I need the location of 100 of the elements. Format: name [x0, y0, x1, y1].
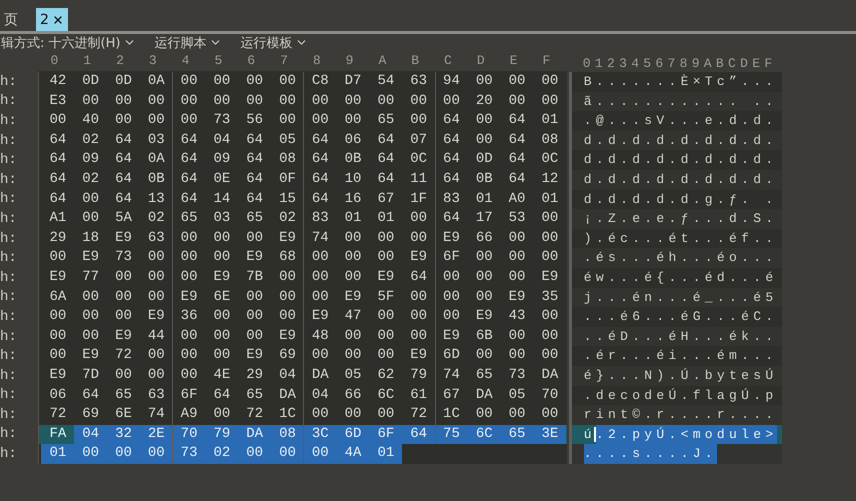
offset-label: h:: [0, 289, 17, 306]
hex-byte: 00: [172, 92, 205, 112]
ascii-text: ...é6...éG...éC.: [584, 308, 778, 326]
hex-byte: E9: [146, 307, 166, 326]
hex-byte: DA: [303, 366, 336, 386]
hex-byte: 6F: [172, 386, 205, 406]
hex-byte: 00: [540, 405, 560, 424]
hex-byte: 64: [212, 386, 232, 404]
hex-byte: 62: [376, 366, 396, 385]
toolbar-menu[interactable]: 运行脚本: [154, 34, 222, 52]
hex-byte: 04: [303, 386, 336, 406]
hex-byte: 15: [278, 190, 297, 209]
hex-byte: 65: [500, 424, 533, 444]
file-tab[interactable]: 2: [36, 8, 68, 31]
hex-byte: 66: [344, 386, 362, 404]
hex-byte: 56: [245, 111, 264, 130]
hex-byte: 00: [48, 326, 68, 346]
hex-byte: 0A: [146, 72, 166, 91]
hex-byte: 6F: [368, 424, 402, 444]
hex-byte: 06: [48, 386, 68, 404]
hex-byte: 00: [81, 326, 100, 346]
hex-byte: 73: [508, 366, 526, 385]
hex-byte: 00: [212, 346, 232, 366]
hex-byte: 0B: [344, 150, 362, 170]
hex-byte: 64: [303, 190, 336, 210]
hex-byte: 01: [474, 190, 494, 209]
hex-byte: 61: [409, 386, 428, 404]
hex-byte: A0: [508, 190, 526, 209]
hex-byte: 08: [540, 130, 560, 150]
hex-byte: 00: [344, 405, 362, 424]
hex-byte: E9: [376, 268, 396, 287]
column-header: 2: [115, 52, 125, 70]
hex-byte: 00: [270, 444, 304, 464]
column-header: 8: [312, 52, 322, 70]
hex-byte: A1: [48, 209, 68, 228]
hex-byte: 44: [146, 326, 166, 346]
hex-byte: E9: [114, 326, 133, 346]
hex-byte: 00: [434, 307, 468, 327]
hex-byte: 00: [278, 92, 297, 111]
hex-byte: 05: [508, 386, 526, 404]
hex-byte: E9: [508, 288, 526, 307]
ascii-text: ¡.Z.e.e.ƒ...d.S.: [584, 210, 778, 228]
ascii-text: é}...N).Ú.bytesÚ: [584, 366, 778, 385]
hex-byte: 00: [303, 248, 336, 268]
ascii-text: ).éc...ét...éf..: [584, 230, 778, 248]
hex-byte: 74: [146, 405, 166, 424]
offset-label: h:: [0, 270, 17, 286]
toolbar-menu[interactable]: 运行模板: [240, 34, 308, 52]
hex-byte: 64: [508, 170, 526, 189]
hex-byte: 69: [278, 346, 297, 366]
hex-byte: 4A: [336, 444, 369, 464]
hex-byte: 00: [409, 326, 428, 346]
hex-byte: 64: [508, 130, 526, 150]
hex-byte: 10: [344, 170, 362, 189]
file-tab[interactable]: 页: [0, 8, 22, 31]
hex-byte: 64: [434, 170, 468, 190]
hex-byte: 00: [540, 92, 560, 111]
offset-label: h:: [0, 172, 17, 188]
column-header: 0: [49, 52, 60, 70]
close-icon[interactable]: [52, 14, 64, 26]
hex-byte: 00: [212, 326, 232, 346]
hex-byte: 74: [434, 366, 468, 386]
hex-byte: 00: [508, 92, 526, 111]
hex-byte: 0B: [146, 170, 166, 189]
hex-byte: 00: [508, 326, 526, 346]
hex-byte: 18: [81, 228, 100, 248]
hex-byte: 67: [376, 190, 396, 209]
hex-byte: 00: [303, 346, 336, 366]
hex-byte: 63: [146, 228, 166, 248]
hex-byte: 01: [540, 190, 560, 209]
hex-byte: 00: [114, 288, 133, 307]
hex-byte: 65: [245, 209, 264, 228]
hex-byte: 00: [139, 444, 172, 464]
hex-byte: 09: [81, 150, 100, 170]
hex-byte: 66: [474, 228, 494, 248]
hex-byte: 75: [434, 424, 468, 444]
hex-byte: E9: [81, 248, 100, 268]
offset-label: h:: [0, 308, 17, 325]
hex-byte: 64: [376, 150, 396, 170]
hex-byte: 02: [146, 209, 166, 228]
hex-byte: 00: [146, 346, 166, 366]
toolbar-menu[interactable]: 辑方式: 十六进制(H): [1, 34, 136, 52]
hex-byte: 64: [245, 170, 264, 189]
hex-byte: 6E: [212, 288, 232, 307]
hex-byte: 00: [409, 209, 428, 228]
hex-byte: 01: [368, 444, 402, 464]
hex-byte: 83: [303, 209, 336, 229]
hex-byte: 00: [48, 111, 68, 130]
hex-byte: 00: [474, 268, 494, 287]
hex-byte: 00: [172, 248, 205, 268]
hex-byte: E9: [81, 346, 100, 366]
hex-byte: 64: [303, 130, 336, 150]
ascii-text: d.d.d.d.d.g.ƒ. .: [584, 190, 778, 209]
hex-byte: 64: [172, 150, 205, 170]
hex-byte: C8: [303, 72, 336, 92]
hex-byte: 00: [81, 190, 100, 209]
hex-byte: 64: [48, 130, 68, 150]
hex-byte: 16: [344, 190, 362, 209]
hex-byte: 17: [474, 209, 494, 228]
hex-byte: 00: [146, 92, 166, 111]
